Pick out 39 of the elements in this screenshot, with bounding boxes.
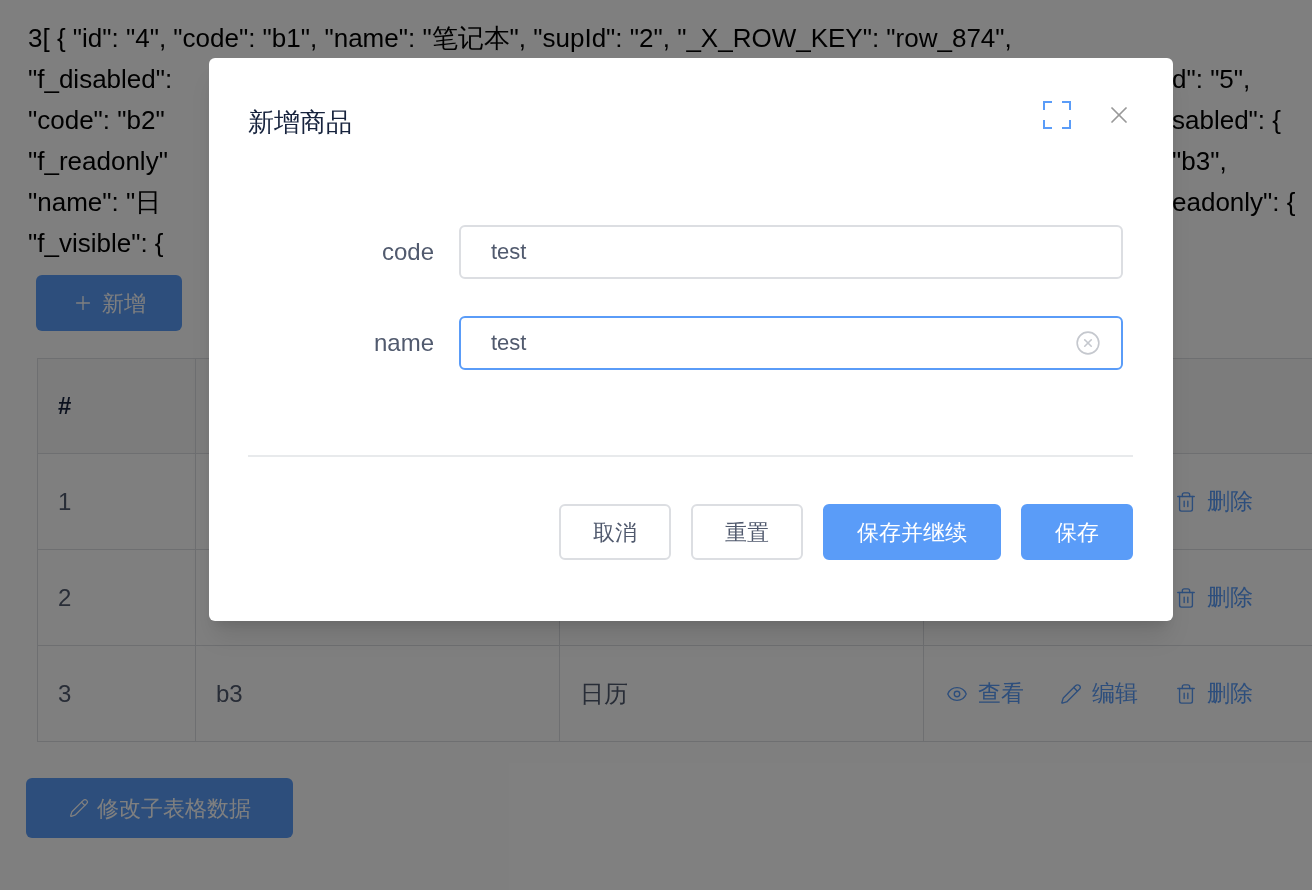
trash-icon: [1175, 682, 1197, 705]
pencil-icon: [68, 798, 89, 818]
view-link[interactable]: 查看: [946, 676, 1024, 711]
json-text-line: "f_readonly": [28, 145, 168, 178]
pencil-icon: [1060, 682, 1082, 705]
text-field[interactable]: test: [459, 225, 1123, 279]
field-label: code: [380, 237, 434, 267]
json-text-line: "name": "日: [28, 186, 162, 219]
delete-link[interactable]: 删除: [1175, 580, 1253, 615]
clear-icon[interactable]: [1075, 330, 1101, 356]
secondary-button[interactable]: 重置: [691, 504, 803, 560]
json-text-line: 3[ { "id": "4", "code": "b1", "name": "笔记本", "supId": "2", "_X_ROW_KEY": "row_874",: [28, 22, 1012, 55]
delete-link[interactable]: 删除: [1175, 676, 1253, 711]
secondary-button[interactable]: 取消: [559, 504, 671, 560]
fullscreen-icon[interactable]: [1043, 101, 1071, 129]
text-field[interactable]: test: [459, 316, 1123, 370]
table-cell-text: 日历: [580, 678, 628, 709]
json-text-line: d": "5",: [1172, 63, 1252, 96]
edit-link[interactable]: 编辑: [1060, 676, 1138, 711]
table-cell-text: 2: [58, 582, 72, 613]
table-cell-text: 1: [58, 486, 72, 517]
json-text-line: "f_visible": {: [28, 227, 164, 260]
json-text-line: sabled": {: [1172, 104, 1282, 137]
column-header: #: [58, 391, 72, 421]
primary-button[interactable]: 保存并继续: [823, 504, 1001, 560]
edit-subtable-button[interactable]: 修改子表格数据: [26, 778, 293, 838]
table-cell-text: 3: [58, 678, 72, 709]
trash-icon: [1175, 586, 1197, 609]
json-text-line: "b3",: [1172, 145, 1228, 178]
trash-icon: [1175, 490, 1197, 513]
table-cell-text: b3: [216, 678, 243, 709]
primary-button[interactable]: 保存: [1021, 504, 1133, 560]
add-button[interactable]: 新增: [36, 275, 182, 331]
json-text-line: eadonly": {: [1172, 186, 1297, 219]
field-label: name: [372, 328, 434, 358]
dialog-title: 新增商品: [248, 106, 352, 139]
json-text-line: "code": "b2": [28, 104, 165, 137]
json-text-line: "f_disabled":: [28, 63, 173, 96]
delete-link[interactable]: 删除: [1175, 484, 1253, 519]
